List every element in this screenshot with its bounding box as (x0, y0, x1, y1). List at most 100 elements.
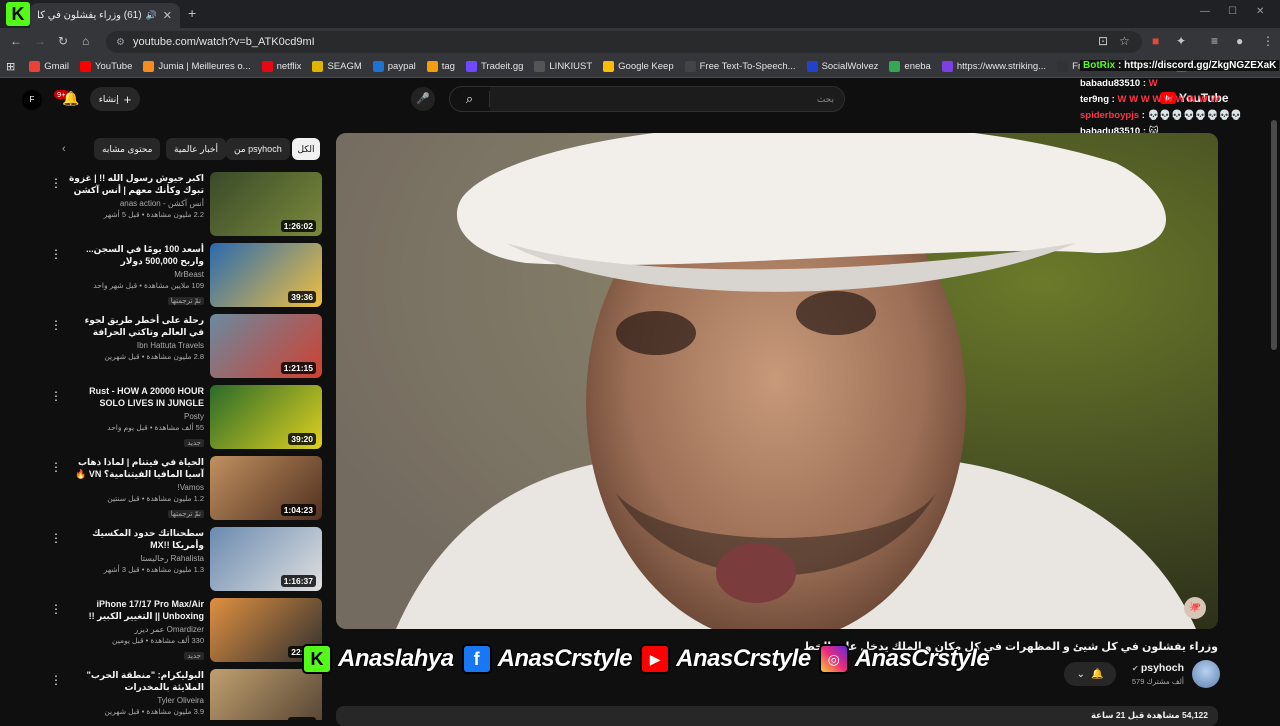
bookmark-item[interactable]: YouTube (80, 61, 132, 72)
duration-badge: 1:04:23 (280, 504, 316, 516)
duration-badge: 39:36 (288, 291, 316, 303)
video-thumbnail[interactable]: 39:36 (210, 243, 322, 307)
minimize-icon[interactable]: — (1200, 6, 1210, 17)
back-icon[interactable]: ← (10, 34, 22, 48)
channel-name[interactable]: ✔ psyhoch (1132, 662, 1184, 674)
subscribed-button[interactable]: ⌄ 🔔 (1064, 662, 1116, 686)
bookmark-item[interactable]: Jumia | Meilleures o... (143, 61, 251, 72)
more-options-icon[interactable]: ⋮ (50, 531, 62, 545)
recommendation-item[interactable]: 1:04:23 ⋮ الحياة في فيتنام | لماذا ذهاب آس… (50, 456, 322, 522)
install-icon[interactable]: ⊡ (1098, 34, 1108, 48)
speaker-icon[interactable]: 🔊 (146, 10, 157, 21)
bookmark-item[interactable]: paypal (372, 61, 416, 72)
channel-name[interactable]: أنس آكشن - anas action (68, 199, 204, 208)
bookmark-item[interactable]: SEAGM (312, 61, 362, 72)
video-title[interactable]: أسعد 100 يومًا في السجن... واربح 500,000… (68, 243, 204, 267)
chip-all[interactable]: الكل (292, 138, 320, 160)
extension-icon[interactable]: ■ (1152, 34, 1159, 48)
bookmark-item[interactable]: LINKIUST (534, 61, 592, 72)
video-thumbnail[interactable]: 39:20 (210, 385, 322, 449)
home-icon[interactable]: ⌂ (82, 34, 89, 48)
channel-name[interactable]: Ibn Hattuta Travels (68, 341, 204, 350)
bookmark-item[interactable]: tag (426, 61, 455, 72)
scrollbar[interactable] (1271, 120, 1277, 350)
video-title[interactable]: Rust - HOW A 20000 HOUR SOLO LIVES IN JU… (68, 385, 204, 409)
apps-icon[interactable]: ⊞ (6, 60, 15, 73)
kick-icon: K (302, 644, 332, 674)
extensions-puzzle-icon[interactable]: ✦ (1176, 34, 1186, 48)
channel-watermark-icon[interactable]: 🐙 (1184, 597, 1206, 619)
video-title[interactable]: اكبر جيوش رسول الله !! | غزوة تبوك وكأنك… (68, 172, 204, 196)
media-controls-icon[interactable]: ≡ (1211, 34, 1218, 48)
more-options-icon[interactable]: ⋮ (50, 247, 62, 261)
video-thumbnail[interactable]: 1:21:15 (210, 314, 322, 378)
video-frame (336, 133, 1218, 629)
video-thumbnail[interactable]: 1:26:02 (210, 172, 322, 236)
video-thumbnail[interactable]: 1:16:37 (210, 527, 322, 591)
video-player[interactable]: 🐙 (336, 133, 1218, 629)
browser-tab[interactable]: (61) وزراء يفشلون في كل ش 🔊 ✕ (30, 3, 180, 28)
channel-name[interactable]: Tyler Oliveira (68, 696, 204, 705)
bell-icon[interactable]: 🔔 (62, 90, 79, 107)
bookmark-item[interactable]: eneba (889, 61, 931, 72)
maximize-icon[interactable]: ☐ (1228, 6, 1237, 17)
recommendation-item[interactable]: 1:21:15 ⋮ رحلة على أخطر طريق لجوء في العال… (50, 314, 322, 380)
menu-icon[interactable]: ⋮ (1262, 34, 1274, 48)
bookmark-item[interactable]: Gmail (29, 61, 69, 72)
chip-similar[interactable]: محتوى مشابه (94, 138, 161, 160)
bookmark-item[interactable]: Free Text-To-Speech... (684, 61, 796, 72)
mic-icon[interactable]: 🎤 (411, 87, 435, 111)
video-title[interactable]: الحياة في فيتنام | لماذا ذهاب آسيا الماف… (68, 456, 204, 480)
profile-icon[interactable]: ● (1236, 34, 1243, 48)
recommendation-item[interactable]: 39:36 ⋮ أسعد 100 يومًا في السجن... واربح 5… (50, 243, 322, 309)
tab-title: (61) وزراء يفشلون في كل ش (38, 10, 142, 21)
channel-name[interactable]: MrBeast (68, 270, 204, 279)
more-options-icon[interactable]: ⋮ (50, 389, 62, 403)
search-icon[interactable]: ⌕ (450, 91, 490, 107)
more-options-icon[interactable]: ⋮ (50, 673, 62, 687)
search-input[interactable]: بحث (490, 87, 844, 111)
description-box[interactable]: 54,122 مشاهدة قبل 21 ساعة (336, 706, 1218, 726)
channel-name[interactable]: Posty (68, 412, 204, 421)
more-options-icon[interactable]: ⋮ (50, 602, 62, 616)
recommendation-item[interactable]: 1:26:02 ⋮ اكبر جيوش رسول الله !! | غزوة تب… (50, 172, 322, 238)
bookmark-item[interactable]: Tradeit.gg (465, 61, 523, 72)
video-title[interactable]: رحلة على أخطر طريق لجوء في العالم وتاكتي… (68, 314, 204, 338)
site-info-icon[interactable]: ⚙ (116, 37, 125, 48)
bookmark-star-icon[interactable]: ☆ (1119, 34, 1130, 48)
bell-icon: 🔔 (1090, 668, 1104, 680)
video-thumbnail[interactable]: 1:04:23 (210, 456, 322, 520)
recommendation-item[interactable]: 1:16:37 ⋮ سطحنااتك حدود المكسيك وأمريكا !!… (50, 527, 322, 593)
url-bar[interactable]: ⚙ youtube.com/watch?v=b_ATK0cd9mI (106, 31, 1142, 53)
video-title[interactable]: iPhone 17/17 Pro Max/Air Unboxing || الت… (68, 598, 204, 622)
recommendation-item[interactable]: 39:20 ⋮ Rust - HOW A 20000 HOUR SOLO LIVES… (50, 385, 322, 451)
recommendation-item[interactable]: 21:25⋮البوليكرام: "منطقة الحرب" الملايئة… (50, 669, 322, 720)
channel-avatar[interactable] (1192, 660, 1220, 688)
channel-name[interactable]: Rahalista رحاليستا (68, 554, 204, 563)
chip-from-channel[interactable]: من psyhoch (226, 138, 290, 160)
more-options-icon[interactable]: ⋮ (50, 460, 62, 474)
create-button[interactable]: إنشاء + (90, 87, 140, 111)
channel-name[interactable]: Omardizer عمر ديزر (68, 625, 204, 634)
reload-icon[interactable]: ↻ (58, 34, 68, 48)
bookmark-item[interactable]: https://www.striking... (941, 61, 1046, 72)
more-options-icon[interactable]: ⋮ (50, 318, 62, 332)
bookmark-item[interactable]: Google Keep (603, 61, 674, 72)
new-tab-button[interactable]: + (188, 5, 196, 21)
recommendation-item[interactable]: 22:06⋮iPhone 17/17 Pro Max/Air Unboxing … (50, 598, 322, 664)
more-options-icon[interactable]: ⋮ (50, 176, 62, 190)
search-bar[interactable]: ⌕ بحث (449, 86, 845, 112)
duration-badge: 1:26:02 (280, 220, 316, 232)
close-icon[interactable]: ✕ (163, 9, 172, 22)
status-badge: جديد (184, 652, 204, 660)
window-close-icon[interactable]: ✕ (1256, 6, 1264, 17)
video-title[interactable]: سطحنااتك حدود المكسيك وأمريكا !!MX (68, 527, 204, 551)
bookmark-item[interactable]: SocialWolvez (806, 61, 878, 72)
forward-icon[interactable]: → (34, 34, 46, 48)
chip-world-news[interactable]: أخبار عالمية (166, 138, 226, 160)
bookmark-item[interactable]: netflix (261, 61, 301, 72)
bookmark-favicon-icon (312, 61, 324, 72)
channel-name[interactable]: Vamos! (68, 483, 204, 492)
avatar[interactable]: F (22, 90, 42, 110)
video-title[interactable]: البوليكرام: "منطقة الحرب" الملايئة بالمخ… (68, 669, 204, 693)
